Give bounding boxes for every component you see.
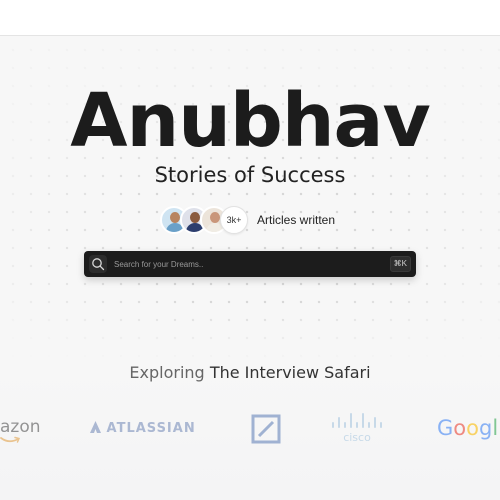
top-navbar: [0, 0, 500, 36]
site-subtitle: Stories of Success: [154, 163, 346, 187]
amazon-logo: azon: [0, 417, 41, 437]
atlassian-icon: [90, 421, 101, 433]
author-avatars: 3k+: [160, 206, 250, 234]
search-bar[interactable]: ⌘K: [84, 251, 416, 277]
amazon-smile-icon: [0, 436, 21, 443]
search-icon[interactable]: [89, 255, 107, 273]
companies-heading-emphasis: The Interview Safari: [209, 363, 371, 382]
atlassian-logo: ATLASSIAN: [90, 421, 196, 437]
articles-label: Articles written: [257, 213, 336, 227]
companies-heading-prefix: Exploring: [129, 363, 205, 382]
deutsche-bank-logo: [251, 414, 281, 444]
articles-count-badge: 3k+: [220, 206, 248, 234]
keyboard-shortcut-badge: ⌘K: [389, 256, 411, 272]
search-input[interactable]: [114, 255, 374, 273]
cisco-logo-text: cisco: [343, 431, 371, 444]
atlassian-logo-text: ATLASSIAN: [106, 421, 196, 436]
google-logo: Googl: [437, 415, 498, 441]
site-title: Anubhav: [70, 78, 430, 164]
companies-heading: Exploring The Interview Safari: [0, 362, 500, 384]
cisco-logo: cisco: [332, 413, 382, 444]
google-logo-text: Googl: [437, 416, 499, 440]
bottom-fade-overlay: [0, 300, 500, 500]
